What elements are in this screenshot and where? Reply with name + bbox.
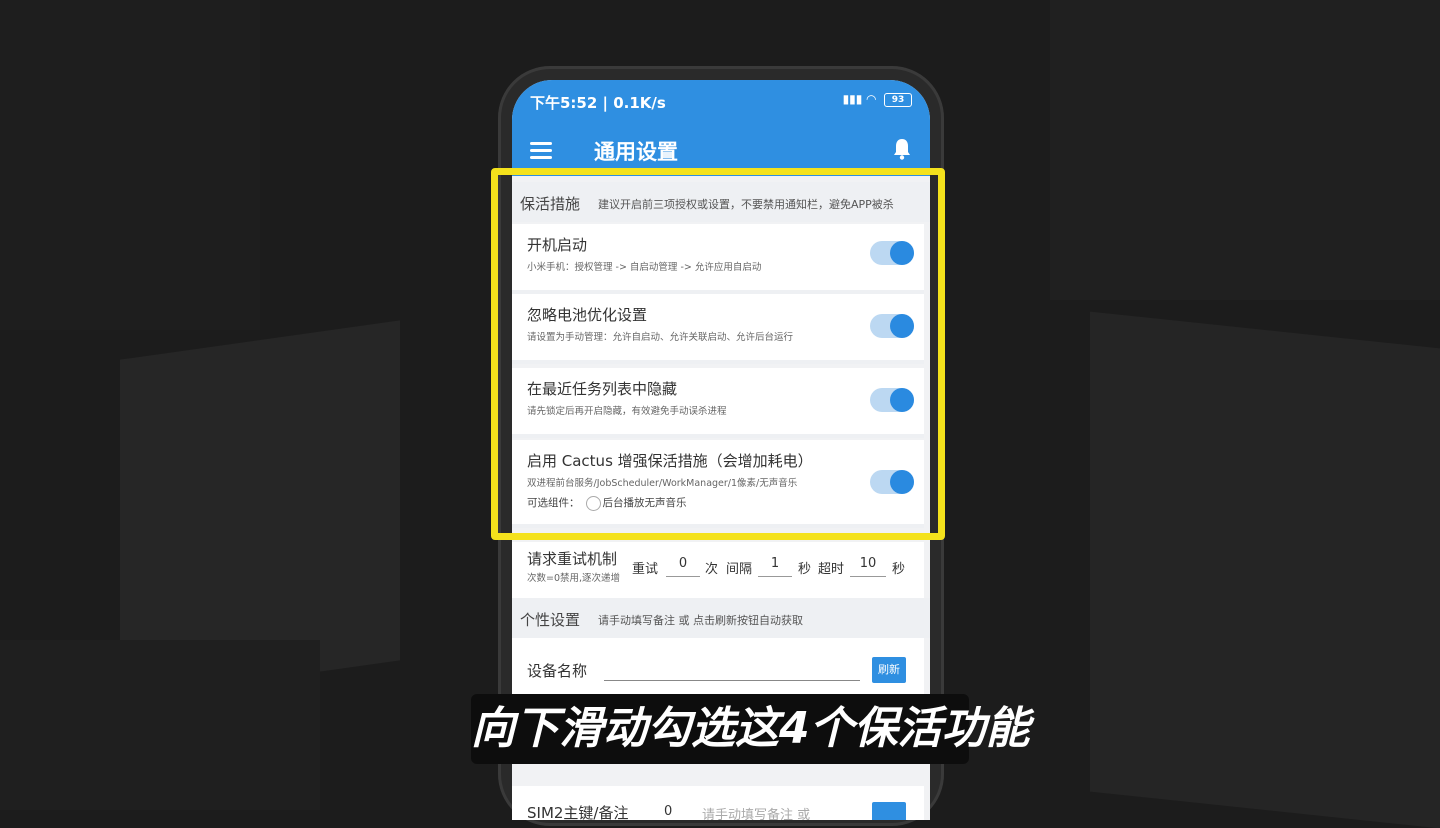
sim2-input-placeholder[interactable]: 请手动填写备注 或 xyxy=(702,804,810,820)
interval-input[interactable]: 1 xyxy=(758,556,792,577)
interval-unit: 秒 xyxy=(798,562,812,577)
retry-title: 请求重试机制 xyxy=(527,550,618,568)
page-title: 通用设置 xyxy=(594,140,678,164)
interval-label: 间隔 xyxy=(726,562,753,577)
section-title: 个性设置 xyxy=(520,611,581,629)
video-caption: 向下滑动勾选这4个保活功能 xyxy=(471,694,1030,764)
section-hint: 请手动填写备注 或 点击刷新按钮自动获取 xyxy=(598,614,803,627)
battery-icon: 93 xyxy=(884,92,912,107)
background-block xyxy=(0,640,320,810)
app-bar: 下午5:52 | 0.1K/s ▮▮▮ ◠ 93 通用设置 xyxy=(512,80,930,176)
timeout-unit: 秒 xyxy=(892,562,906,577)
timeout-input[interactable]: 10 xyxy=(850,556,886,577)
background-block xyxy=(1050,0,1440,300)
background-block xyxy=(0,0,260,330)
device-name-input[interactable] xyxy=(604,660,860,681)
sim2-value[interactable]: 0 xyxy=(664,804,672,819)
personal-section-header: 个性设置 请手动填写备注 或 点击刷新按钮自动获取 xyxy=(512,598,930,638)
signal-icon: ▮▮▮ xyxy=(842,92,863,106)
bell-icon[interactable] xyxy=(892,138,912,164)
menu-icon[interactable] xyxy=(530,142,552,159)
sim2-label: SIM2主键/备注 xyxy=(527,804,629,820)
sim2-refresh-button[interactable] xyxy=(872,802,906,820)
device-name-row: 设备名称 刷新 xyxy=(512,638,924,702)
retry-settings: 请求重试机制 次数=0禁用,逐次递增 重试 0 次 间隔 1 秒 超时 10 秒 xyxy=(512,542,924,598)
retry-count-input[interactable]: 0 xyxy=(666,556,700,577)
highlight-box xyxy=(491,168,945,540)
retry-label: 重试 xyxy=(632,562,659,577)
refresh-button[interactable]: 刷新 xyxy=(872,657,906,683)
device-name-label: 设备名称 xyxy=(527,662,588,680)
timeout-label: 超时 xyxy=(818,562,845,577)
status-icons: ▮▮▮ ◠ 93 xyxy=(843,92,912,107)
retry-subtitle: 次数=0禁用,逐次递增 xyxy=(527,573,621,584)
status-time-speed: 下午5:52 | 0.1K/s xyxy=(530,94,666,112)
times-unit: 次 xyxy=(705,562,719,577)
sim2-row: SIM2主键/备注 0 请手动填写备注 或 xyxy=(512,786,924,820)
wifi-icon: ◠ xyxy=(866,92,876,106)
background-block xyxy=(1090,311,1440,828)
status-bar: 下午5:52 | 0.1K/s ▮▮▮ ◠ 93 xyxy=(530,92,912,112)
